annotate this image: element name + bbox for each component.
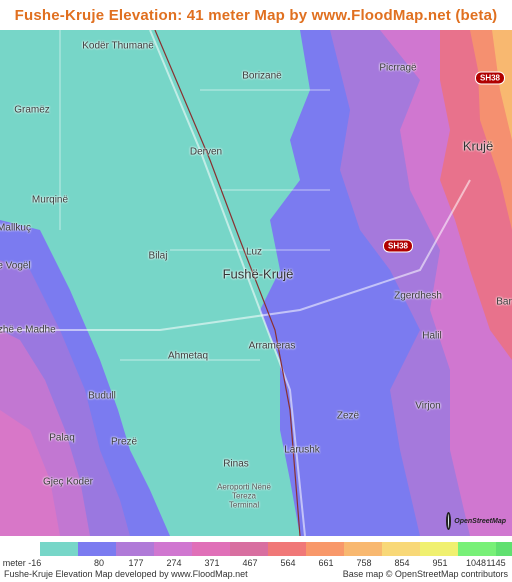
place-label: Picrragë (379, 62, 417, 74)
place-label: Prezë (110, 436, 138, 448)
openstreetmap-logo: OpenStreetMap (446, 510, 506, 532)
footer-attribution[interactable]: Base map © OpenStreetMap contributors (343, 569, 508, 579)
legend-color-swatch (306, 542, 344, 556)
road-shield: SH38 (474, 71, 506, 85)
footer: Fushe-Kruje Elevation Map developed by w… (0, 566, 512, 582)
place-label: Rinas (223, 458, 249, 470)
place-label: Derven (189, 146, 223, 158)
legend-color-swatch (496, 542, 512, 556)
place-label: Larushk (284, 444, 320, 456)
legend-color-swatch (192, 542, 230, 556)
legend-color-swatch (344, 542, 382, 556)
place-label: Palaq (49, 432, 75, 444)
magnifier-icon (446, 512, 452, 530)
place-label: Mallkuç (0, 222, 31, 234)
place-label: Ahmetaq (167, 350, 209, 362)
place-label: Luz (245, 246, 263, 258)
map-title: Fushe-Kruje Elevation: 41 meter Map by w… (0, 0, 512, 30)
place-label: Zezë (336, 410, 360, 422)
place-label: Budull (88, 390, 116, 402)
place-label: azhë e Madhe (0, 324, 56, 336)
osm-logo-text: OpenStreetMap (454, 517, 506, 525)
place-label: Arrameras (248, 340, 296, 352)
place-label: Zgerdhesh (394, 290, 442, 302)
place-label: Bilaj (148, 250, 168, 262)
place-label: Krujë (462, 138, 494, 154)
elevation-layers (0, 30, 512, 536)
legend-color-swatch (268, 542, 306, 556)
place-label: Gjeç Kodër (42, 476, 94, 488)
place-label: Gramëz (14, 104, 50, 116)
airport-label: Aeroporti Nënë Tereza Terminal (217, 482, 271, 510)
place-label: Virjon (415, 400, 441, 412)
place-label: Borizanë (242, 70, 282, 82)
legend-color-swatch (40, 542, 78, 556)
place-label: Bar (496, 296, 512, 308)
legend-color-swatch (78, 542, 116, 556)
legend-color-swatch (230, 542, 268, 556)
legend-color-swatch (382, 542, 420, 556)
place-label: Halil (422, 330, 442, 342)
legend-color-swatch (116, 542, 154, 556)
place-label: e Vogël (0, 260, 31, 272)
footer-credit[interactable]: Fushe-Kruje Elevation Map developed by w… (4, 569, 248, 579)
elevation-legend: meter -16 80 177 274 371 467 564 661 758… (0, 542, 512, 568)
place-label: Kodër Thumanë (82, 40, 154, 52)
road-shield: SH38 (382, 239, 414, 253)
legend-color-swatch (154, 542, 192, 556)
legend-color-swatch (458, 542, 496, 556)
place-label: Fushë-Krujë (222, 266, 294, 282)
legend-color-swatch (420, 542, 458, 556)
elevation-map[interactable]: Kodër Thumanë Borizanë Picrragë Gramëz D… (0, 30, 512, 536)
place-label: Murqinë (31, 194, 69, 206)
